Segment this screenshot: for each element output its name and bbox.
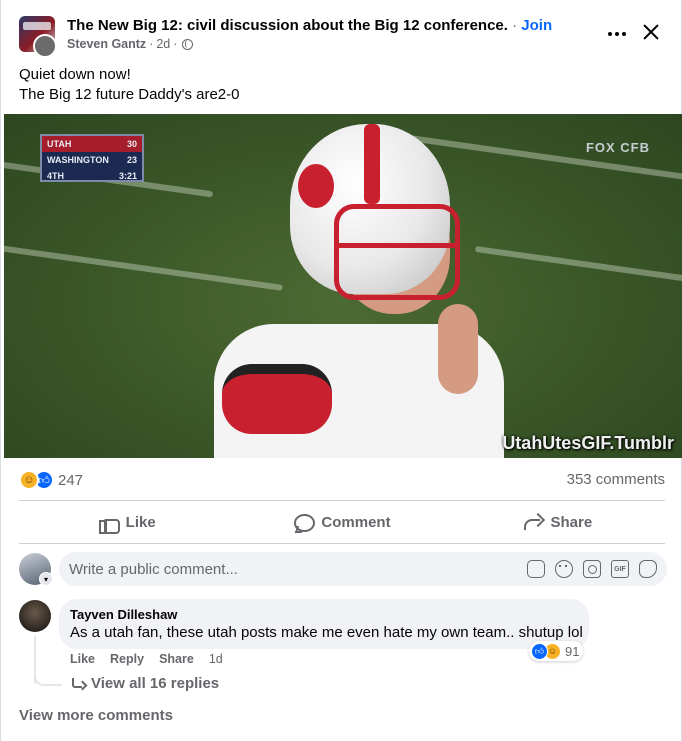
share-button-label: Share (550, 513, 593, 531)
thread-connector (34, 668, 62, 686)
action-bar: Like Comment Share (19, 505, 665, 539)
like-icon: 👍︎ (531, 642, 548, 660)
scorebug-quarter: 4TH (47, 171, 65, 181)
comment-text: As a utah fan, these utah posts make me … (70, 624, 583, 641)
post-header: The New Big 12: civil discussion about t… (19, 14, 669, 58)
scorebug: UTAH 30 WASHINGTON 23 4TH 3:21 (40, 134, 144, 182)
sticker-icon[interactable] (527, 560, 545, 578)
close-icon[interactable] (641, 22, 661, 42)
shush-hand (438, 304, 478, 394)
more-options-icon[interactable] (605, 22, 629, 46)
separator: · (512, 17, 518, 34)
comment-reply-link[interactable]: Reply (110, 652, 144, 666)
scorebug-score-1: 30 (126, 139, 137, 149)
comment-actions: Like Reply Share 1d (70, 652, 223, 666)
join-link[interactable]: Join (521, 17, 552, 34)
post-text-line-2: The Big 12 future Daddy's are2-0 (19, 86, 240, 103)
comment-share-link[interactable]: Share (159, 652, 194, 666)
author-avatar[interactable] (33, 34, 57, 58)
comments-count[interactable]: 353 comments (567, 471, 665, 488)
scorebug-team-1: UTAH (47, 139, 72, 149)
reaction-count: 247 (58, 471, 84, 489)
comment-button[interactable]: Comment (234, 505, 449, 539)
post-meta: Steven Gantz · 2d · (67, 37, 194, 51)
gif-watermark: UtahUtesGIF.Tumblr (502, 433, 674, 453)
comment-composer[interactable]: GIF (59, 552, 667, 586)
haha-icon: ☺ (19, 470, 39, 490)
scorebug-score-2: 23 (126, 155, 137, 165)
comment-bubble: Tayven Dilleshaw As a utah fan, these ut… (59, 599, 589, 649)
globe-icon (182, 38, 194, 50)
comment-reaction-count: 91 (565, 643, 580, 659)
divider (19, 500, 665, 501)
composer-tools: GIF (527, 560, 657, 578)
author-name[interactable]: Steven Gantz (67, 37, 146, 51)
camera-icon[interactable] (583, 560, 601, 578)
share-arrow-icon (522, 513, 542, 531)
meta-separator: · (149, 37, 154, 51)
commenter-name[interactable]: Tayven Dilleshaw (70, 607, 578, 623)
thumbs-up-icon (98, 513, 120, 534)
reaction-summary[interactable]: ☺ 👍︎ 247 (19, 470, 83, 490)
commenter-avatar[interactable] (19, 600, 51, 632)
post-text-line-1: Quiet down now! (19, 66, 131, 83)
avatar-sticker-icon[interactable] (639, 560, 657, 578)
comment-like-link[interactable]: Like (70, 652, 95, 666)
comment-button-label: Comment (321, 513, 391, 531)
share-button[interactable]: Share (450, 505, 665, 539)
view-more-comments-link[interactable]: View more comments (19, 707, 173, 724)
view-replies-label: View all 16 replies (91, 675, 220, 692)
gif-icon[interactable]: GIF (611, 560, 629, 578)
emoji-icon[interactable] (555, 560, 573, 578)
jersey-sleeve (222, 364, 332, 434)
comment-time[interactable]: 1d (209, 652, 223, 666)
reply-arrow-icon (71, 677, 85, 690)
post-card: The New Big 12: civil discussion about t… (0, 0, 682, 741)
post-body: Quiet down now! The Big 12 future Daddy'… (19, 65, 240, 105)
chevron-down-icon[interactable]: ▾ (39, 572, 53, 586)
divider (19, 543, 665, 544)
post-gif[interactable]: UTAH 30 WASHINGTON 23 4TH 3:21 FOX CFB Utah… (4, 114, 682, 458)
like-button-label: Like (125, 513, 156, 531)
like-button[interactable]: Like (19, 505, 234, 539)
group-title: The New Big 12: civil discussion about t… (67, 17, 552, 34)
view-replies-link[interactable]: View all 16 replies (71, 675, 219, 692)
scorebug-team-2: WASHINGTON (47, 155, 109, 165)
meta-separator-2: · (173, 37, 178, 51)
football-player (214, 124, 504, 458)
scorebug-clock: 3:21 (118, 171, 137, 181)
comment-input[interactable] (69, 552, 509, 586)
comment-reactions[interactable]: 👍︎ ☺ 91 (529, 641, 584, 661)
network-logo: FOX CFB (585, 140, 650, 155)
group-name-link[interactable]: The New Big 12: civil discussion about t… (67, 17, 508, 34)
face-mask (334, 204, 460, 300)
comment-bubble-icon (293, 513, 316, 532)
field-line (474, 245, 682, 289)
post-time[interactable]: 2d (156, 37, 170, 51)
